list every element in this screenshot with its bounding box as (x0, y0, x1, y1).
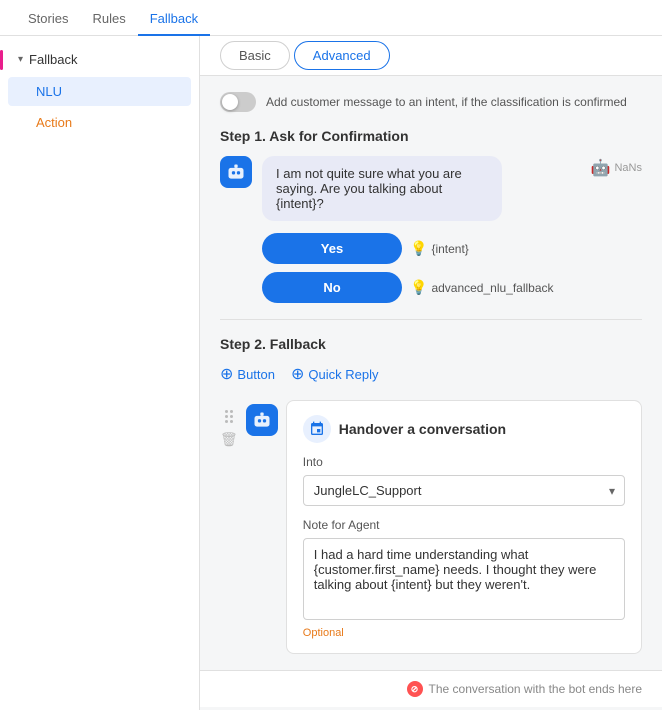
bot-message-text: I am not quite sure what you are saying.… (276, 166, 462, 211)
content-inner: Add customer message to an intent, if th… (200, 76, 662, 670)
drag-dot (225, 420, 228, 423)
bot-message-row: I am not quite sure what you are saying.… (220, 156, 642, 221)
plus-icon-quick-reply: ⊕ (291, 364, 304, 384)
toggle-row: Add customer message to an intent, if th… (220, 92, 642, 112)
bot-content: I am not quite sure what you are saying.… (262, 156, 642, 221)
bot-meta: 🤖 NaNs (591, 158, 642, 178)
drag-handle[interactable] (225, 406, 233, 423)
bot-avatar (220, 156, 252, 188)
bottom-notice: ⊘ The conversation with the bot ends her… (200, 670, 662, 707)
delete-icon[interactable]: 🗑 (220, 431, 238, 448)
yes-button[interactable]: Yes (262, 233, 402, 264)
handover-icon (303, 415, 331, 443)
nav-fallback[interactable]: Fallback (138, 3, 210, 36)
into-select[interactable]: JungleLC_Support (303, 475, 625, 506)
add-row: ⊕ Button ⊕ Quick Reply (220, 364, 642, 384)
plus-icon-button: ⊕ (220, 364, 233, 384)
add-button-label: Button (237, 367, 275, 382)
no-intent-label: 💡 advanced_nlu_fallback (410, 279, 554, 296)
handover-container: 🗑 (220, 400, 642, 654)
no-button[interactable]: No (262, 272, 402, 303)
toggle-knob (222, 94, 238, 110)
top-nav: Stories Rules Fallback (0, 0, 662, 36)
content-area: Basic Advanced Add customer message to a… (200, 36, 662, 710)
drag-dot (225, 415, 228, 418)
tab-advanced[interactable]: Advanced (294, 41, 390, 70)
sidebar-item-nlu[interactable]: NLU (8, 77, 191, 106)
yes-button-row: Yes 💡 {intent} (262, 233, 642, 264)
no-intent-text: advanced_nlu_fallback (431, 281, 553, 295)
sidebar-section-label: Fallback (29, 52, 77, 67)
optional-text: Optional (303, 627, 625, 639)
drag-dot (230, 410, 233, 413)
sidebar-item-action[interactable]: Action (8, 108, 191, 137)
step2-title: Step 2. Fallback (220, 336, 642, 352)
tab-basic[interactable]: Basic (220, 41, 290, 70)
bulb-icon: 💡 (410, 240, 427, 257)
sidebar: ▾ Fallback NLU Action (0, 36, 200, 710)
add-to-intent-toggle[interactable] (220, 92, 256, 112)
sidebar-accent (0, 50, 3, 70)
chevron-down-icon: ▾ (18, 54, 23, 65)
yes-intent-text: {intent} (431, 242, 468, 256)
note-label: Note for Agent (303, 518, 625, 532)
drag-dot (230, 420, 233, 423)
step1-title: Step 1. Ask for Confirmation (220, 128, 642, 144)
toggle-label: Add customer message to an intent, if th… (266, 95, 627, 109)
action-buttons: Yes 💡 {intent} No 💡 advanced_nlu_fallbac… (262, 233, 642, 303)
drag-dot (225, 410, 228, 413)
stop-icon: ⊘ (407, 681, 423, 697)
footer-notice-text: The conversation with the bot ends here (429, 682, 642, 696)
main-layout: ▾ Fallback NLU Action Basic Advanced Add… (0, 36, 662, 710)
sidebar-fallback-section[interactable]: ▾ Fallback (0, 44, 199, 75)
into-label: Into (303, 455, 625, 469)
handover-title: Handover a conversation (339, 421, 506, 437)
handover-card: Handover a conversation Into JungleLC_Su… (286, 400, 642, 654)
no-button-row: No 💡 advanced_nlu_fallback (262, 272, 642, 303)
drag-dot (230, 415, 233, 418)
bot-bubble: I am not quite sure what you are saying.… (262, 156, 502, 221)
into-select-wrapper: JungleLC_Support ▾ (303, 475, 625, 506)
nav-rules[interactable]: Rules (80, 3, 137, 36)
yes-intent-label: 💡 {intent} (410, 240, 469, 257)
nav-stories[interactable]: Stories (16, 3, 80, 36)
step-divider (220, 319, 642, 320)
bot-avatar-handover (246, 404, 278, 436)
add-quick-reply-label: Quick Reply (308, 367, 378, 382)
nans-badge: NaNs (614, 162, 642, 174)
note-textarea[interactable]: I had a hard time understanding what <sp… (303, 538, 625, 620)
bulb-icon-2: 💡 (410, 279, 427, 296)
add-button-item[interactable]: ⊕ Button (220, 364, 275, 384)
tab-bar: Basic Advanced (200, 36, 662, 76)
handover-header: Handover a conversation (303, 415, 625, 443)
add-quick-reply-item[interactable]: ⊕ Quick Reply (291, 364, 378, 384)
